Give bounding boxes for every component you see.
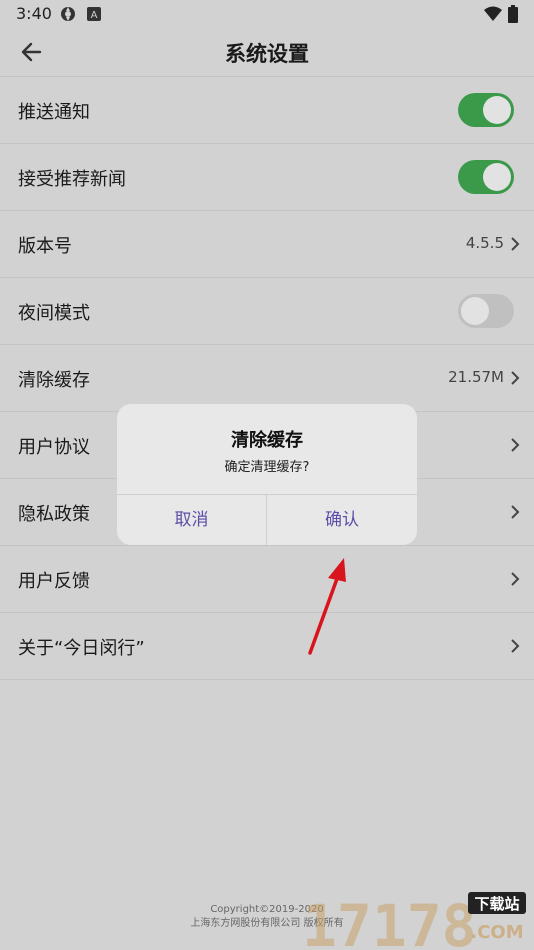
setting-user-feedback[interactable]: 用户反馈 [0, 545, 534, 612]
toggle-knob [483, 163, 511, 191]
chevron-right-icon [511, 572, 520, 586]
chevron-right-icon [511, 639, 520, 653]
setting-night-mode: 夜间模式 [0, 277, 534, 344]
svg-text:A: A [91, 10, 98, 21]
setting-about[interactable]: 关于“今日闵行” [0, 612, 534, 679]
a-badge-icon: A [87, 7, 101, 21]
status-time: 3:40 [16, 4, 52, 23]
watermark-suffix: .COM [470, 922, 523, 943]
setting-label: 版本号 [18, 236, 72, 257]
setting-label: 清除缓存 [18, 370, 90, 391]
setting-recommended-news: 接受推荐新闻 [0, 143, 534, 210]
dialog-button-bar: 取消 确认 [117, 494, 417, 545]
setting-label: 推送通知 [18, 102, 90, 123]
site-watermark-logo: 17178 下载站 .COM [302, 892, 526, 950]
chevron-right-icon [511, 237, 520, 251]
recommended-news-toggle[interactable] [458, 160, 514, 194]
version-value: 4.5.5 [465, 234, 504, 252]
setting-label: 隐私政策 [18, 504, 90, 525]
setting-label: 用户反馈 [18, 571, 90, 592]
dialog-message: 确定清理缓存? [224, 460, 310, 475]
app-bar: 系统设置 [0, 28, 534, 76]
setting-label: 接受推荐新闻 [18, 169, 126, 190]
push-notifications-toggle[interactable] [458, 93, 514, 127]
list-divider [0, 679, 534, 680]
watermark-tag: 下载站 [474, 895, 519, 913]
battery-icon [508, 5, 518, 23]
setting-label: 用户协议 [18, 437, 90, 458]
clear-cache-dialog: 清除缓存 确定清理缓存? 取消 确认 [117, 404, 417, 545]
toggle-knob [483, 96, 511, 124]
dialog-title: 清除缓存 [231, 430, 303, 451]
confirm-button[interactable]: 确认 [267, 495, 417, 545]
chevron-right-icon [511, 371, 520, 385]
setting-label: 关于“今日闵行” [18, 638, 145, 659]
cancel-button[interactable]: 取消 [117, 495, 267, 545]
night-mode-toggle[interactable] [458, 294, 514, 328]
setting-push-notifications: 推送通知 [0, 76, 534, 143]
status-bar: 3:40 A [0, 0, 534, 28]
cache-size-value: 21.57M [448, 368, 504, 386]
settings-list: 推送通知 接受推荐新闻 版本号 4.5.5 夜间模式 清除缓存 21.57M 用… [0, 76, 534, 680]
setting-version[interactable]: 版本号 4.5.5 [0, 210, 534, 277]
sync-icon [61, 7, 75, 21]
chevron-right-icon [511, 505, 520, 519]
toggle-knob [461, 297, 489, 325]
wifi-icon [484, 6, 502, 21]
annotation-arrow-icon [308, 558, 346, 655]
setting-label: 夜间模式 [18, 303, 90, 324]
setting-clear-cache[interactable]: 清除缓存 21.57M [0, 344, 534, 411]
watermark-number: 17178 [302, 892, 477, 950]
page-title: 系统设置 [225, 42, 309, 66]
chevron-right-icon [511, 438, 520, 452]
